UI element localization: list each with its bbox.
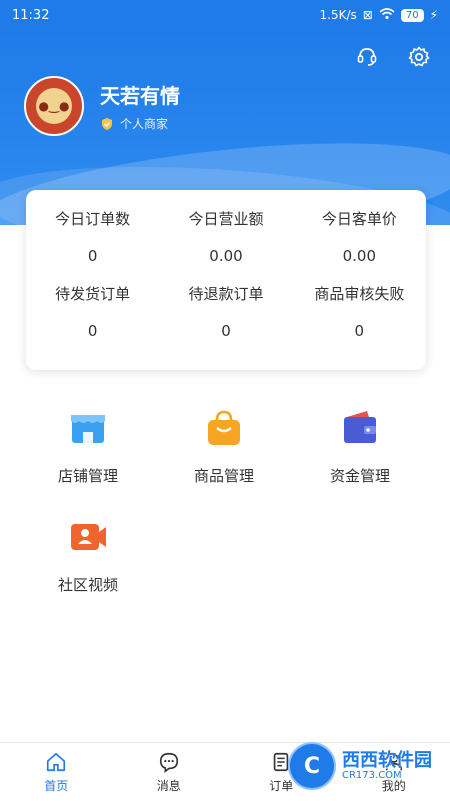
menu-row: 店铺管理 商品管理 资金管理 [0, 405, 450, 486]
shop-type-label: 个人商家 [120, 117, 169, 131]
status-bar: 11:32 1.5K/s ⊠ 70 ⚡ [0, 0, 450, 30]
watermark-title: 西西软件园 [342, 749, 432, 771]
stat-label-today-avg-price: 今日客单价 [321, 210, 397, 228]
tab-messages[interactable]: 消息 [129, 751, 209, 794]
stat-value-today-avg-price: 0.00 [342, 247, 377, 265]
menu-item-store-management[interactable]: 店铺管理 [20, 405, 156, 486]
status-indicators: 1.5K/s ⊠ 70 ⚡ [319, 7, 438, 23]
profile-text: 天若有情 个人商家 [100, 80, 180, 132]
battery-icon: 70 [400, 8, 424, 22]
stat-value-pending-shipment[interactable]: 0 [26, 322, 159, 340]
tab-home[interactable]: 首页 [16, 751, 96, 794]
home-icon [47, 752, 66, 771]
video-camera-icon [65, 514, 111, 560]
store-icon [65, 405, 111, 451]
site-watermark: C 西西软件园 CR173.COM [288, 742, 432, 790]
settings-gear-icon[interactable] [406, 44, 432, 70]
menu-label: 社区视频 [57, 576, 118, 594]
stat-value-today-orders: 0 [87, 247, 98, 265]
stat-value-review-failed[interactable]: 0 [293, 322, 426, 340]
status-time: 11:32 [12, 7, 50, 23]
menu-row: 社区视频 [0, 514, 450, 595]
stats-card: 今日订单数 今日营业额 今日客单价 0 0.00 0.00 待发货订单 待退款订… [26, 190, 426, 370]
stat-value-today-revenue: 0.00 [209, 247, 243, 265]
profile[interactable]: ●‿● 天若有情 个人商家 [24, 76, 180, 136]
stat-label-today-orders: 今日订单数 [55, 210, 131, 228]
customer-service-icon[interactable] [354, 44, 380, 70]
menu-label: 店铺管理 [57, 467, 118, 485]
message-icon [159, 752, 178, 773]
menu-item-fund-management[interactable]: 资金管理 [292, 405, 428, 486]
avatar[interactable]: ●‿● [24, 76, 84, 136]
tab-label: 首页 [44, 778, 69, 793]
sim-icon: ⊠ [362, 8, 373, 22]
avatar-face-icon: ●‿● [36, 88, 72, 124]
tab-label: 消息 [156, 778, 181, 793]
stat-label-today-revenue: 今日营业额 [188, 210, 264, 228]
menu-item-product-management[interactable]: 商品管理 [156, 405, 292, 486]
menu-label: 资金管理 [329, 467, 390, 485]
shop-type: 个人商家 [100, 115, 180, 132]
watermark-subtitle: CR173.COM [342, 770, 402, 782]
wifi-icon [379, 7, 395, 23]
stat-label-pending-refund[interactable]: 待退款订单 [159, 283, 292, 304]
shopping-bag-icon [201, 405, 247, 451]
menu-label: 商品管理 [193, 467, 254, 485]
stat-label-pending-shipment[interactable]: 待发货订单 [26, 283, 159, 304]
menu-item-community-video[interactable]: 社区视频 [20, 514, 156, 595]
wallet-icon [337, 405, 383, 451]
function-menu: 店铺管理 商品管理 资金管理 社区视频 [0, 405, 450, 595]
network-speed: 1.5K/s [319, 8, 357, 22]
header-actions [354, 44, 432, 70]
stats-grid: 今日订单数 今日营业额 今日客单价 0 0.00 0.00 待发货订单 待退款订… [26, 190, 426, 340]
watermark-text: 西西软件园 CR173.COM [342, 749, 432, 782]
shop-name: 天若有情 [100, 84, 180, 108]
verified-shield-icon [102, 117, 112, 130]
stat-value-pending-refund[interactable]: 0 [159, 322, 292, 340]
charging-icon: ⚡ [429, 8, 438, 22]
stat-label-review-failed[interactable]: 商品审核失败 [293, 283, 426, 304]
watermark-logo-icon: C [288, 742, 336, 790]
